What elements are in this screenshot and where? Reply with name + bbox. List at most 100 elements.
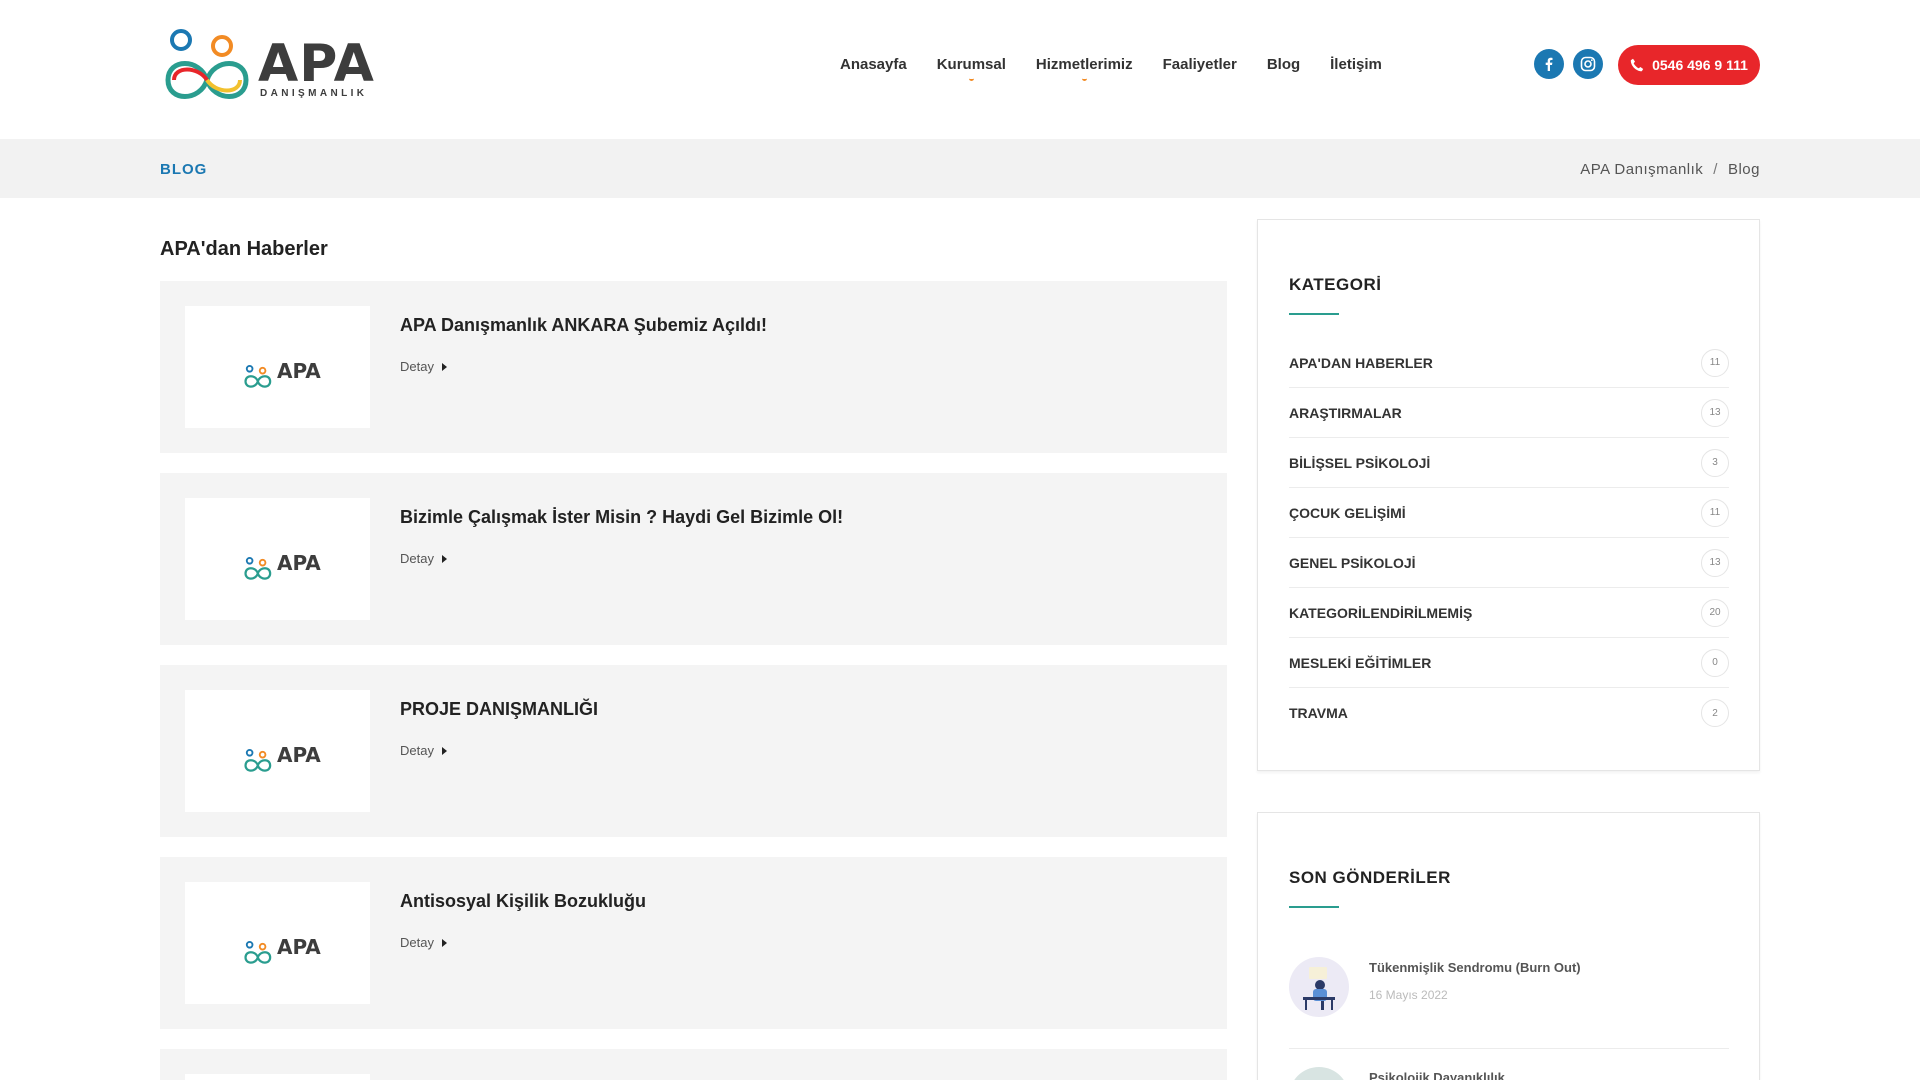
category-item[interactable]: KATEGORİLENDİRİLMEMİŞ 20 [1289,588,1729,638]
site-logo[interactable]: APA DANIŞMANLIK [160,28,374,104]
phone-button[interactable]: 0546 496 9 111 [1618,45,1760,85]
infinity-logo-icon [165,29,249,99]
post-detail-link[interactable]: Detay [400,359,447,374]
category-name: APA'DAN HABERLER [1289,354,1433,371]
post-detail-label: Detay [400,551,434,566]
widget-title-underline [1289,313,1339,315]
breadcrumb-home[interactable]: APA Danışmanlık [1580,161,1703,178]
instagram-button[interactable] [1573,49,1603,79]
category-name: KATEGORİLENDİRİLMEMİŞ [1289,604,1473,621]
nav-item-hizmetlerimiz[interactable]: Hizmetlerimiz [1036,56,1133,81]
caret-right-icon [441,746,447,755]
facebook-button[interactable] [1534,49,1564,79]
recent-post-title: Tükenmişlik Sendromu (Burn Out) [1369,960,1581,975]
nav-item-blog[interactable]: Blog [1267,56,1300,73]
category-name: ARAŞTIRMALAR [1289,404,1402,421]
site-header: APA DANIŞMANLIK Anasayfa Kurumsal Hizmet… [0,0,1920,139]
recent-post-title: Psikolojik Dayanıklılık [1369,1070,1505,1080]
post-detail-label: Detay [400,935,434,950]
blog-post-card: APA PROJE DANIŞMANLIĞI Detay [160,665,1227,837]
blog-post-card [160,1049,1227,1080]
recent-post-thumbnail [1289,957,1349,1017]
category-item[interactable]: TRAVMA 2 [1289,688,1729,738]
blog-post-card: APA Antisosyal Kişilik Bozukluğu Detay [160,857,1227,1029]
recent-posts-title: SON GÖNDERİLER [1289,868,1451,887]
thumbnail-logo-text: APA [277,935,321,959]
category-count: 13 [1701,548,1729,577]
post-detail-link[interactable]: Detay [400,935,447,950]
post-thumbnail[interactable] [185,1074,370,1080]
recent-divider [1289,1048,1729,1049]
post-title[interactable]: APA Danışmanlık ANKARA Şubemiz Açıldı! [400,315,767,336]
main-nav: Anasayfa Kurumsal Hizmetlerimiz Faaliyet… [840,56,1382,81]
category-count: 0 [1701,648,1729,677]
category-name: GENEL PSİKOLOJİ [1289,554,1416,571]
thumbnail-logo: APA [243,553,321,587]
post-thumbnail[interactable]: APA [185,498,370,620]
post-title[interactable]: PROJE DANIŞMANLIĞI [400,699,598,720]
caret-right-icon [441,938,447,947]
post-thumbnail[interactable]: APA [185,882,370,1004]
thumbnail-logo: APA [243,361,321,395]
recent-post-thumbnail [1289,1067,1349,1080]
post-thumbnail[interactable]: APA [185,306,370,428]
thumbnail-logo-text: APA [277,743,321,767]
widget-title-underline [1289,906,1339,908]
post-detail-label: Detay [400,359,434,374]
section-title: APA'dan Haberler [160,238,328,260]
breadcrumb-current: Blog [1727,161,1760,178]
logo-subtitle: DANIŞMANLIK [260,88,368,99]
recent-post-item[interactable]: Psikolojik Dayanıklılık [1289,1067,1729,1080]
breadcrumb-separator: / [1713,161,1718,178]
infinity-logo-icon [244,749,272,772]
recent-posts-widget: SON GÖNDERİLER Tükenmişlik Sendromu (Bur… [1257,812,1760,1080]
nav-item-anasayfa[interactable]: Anasayfa [840,56,907,73]
thumbnail-logo: APA [243,937,321,971]
page-title: BLOG [160,161,208,178]
category-count: 20 [1701,598,1729,627]
category-name: ÇOCUK GELİŞİMİ [1289,504,1406,521]
post-title[interactable]: Antisosyal Kişilik Bozukluğu [400,891,646,912]
infinity-logo-icon [244,557,272,580]
category-count: 13 [1701,398,1729,427]
thumbnail-logo-text: APA [277,551,321,575]
category-item[interactable]: MESLEKİ EĞİTİMLER 0 [1289,638,1729,688]
facebook-icon [1545,57,1553,71]
thumbnail-logo: APA [243,745,321,779]
category-count: 2 [1701,699,1729,727]
post-title[interactable]: Bizimle Çalışmak İster Misin ? Haydi Gel… [400,507,843,528]
category-item[interactable]: APA'DAN HABERLER 11 [1289,338,1729,388]
category-name: MESLEKİ EĞİTİMLER [1289,654,1432,671]
logo-text: APA [258,34,375,94]
category-name: TRAVMA [1289,705,1348,721]
caret-right-icon [441,554,447,563]
breadcrumb-bar: BLOG APA Danışmanlık / Blog [0,139,1920,198]
category-name: BİLİŞSEL PSİKOLOJİ [1289,454,1431,471]
breadcrumb: APA Danışmanlık / Blog [1580,161,1760,178]
post-thumbnail[interactable]: APA [185,690,370,812]
category-item[interactable]: ARAŞTIRMALAR 13 [1289,388,1729,438]
recent-post-date: 16 Mayıs 2022 [1369,988,1448,1002]
nav-item-kurumsal[interactable]: Kurumsal [937,56,1006,81]
nav-item-iletisim[interactable]: İletişim [1330,56,1382,73]
blog-post-card: APA Bizimle Çalışmak İster Misin ? Haydi… [160,473,1227,645]
nav-item-faaliyetler[interactable]: Faaliyetler [1163,56,1237,73]
recent-post-item[interactable]: Tükenmişlik Sendromu (Burn Out) 16 Mayıs… [1289,957,1729,1017]
category-count: 11 [1701,348,1729,377]
category-item[interactable]: BİLİŞSEL PSİKOLOJİ 3 [1289,438,1729,488]
category-list: APA'DAN HABERLER 11 ARAŞTIRMALAR 13 BİLİŞS… [1289,338,1729,738]
category-count: 11 [1701,498,1729,527]
phone-number: 0546 496 9 111 [1652,57,1748,73]
category-widget: KATEGORİ APA'DAN HABERLER 11 ARAŞTIRMALAR… [1257,219,1760,771]
instagram-icon [1580,56,1596,72]
category-count: 3 [1701,448,1729,477]
infinity-logo-icon [244,365,272,388]
infinity-logo-icon [244,941,272,964]
post-detail-label: Detay [400,743,434,758]
post-detail-link[interactable]: Detay [400,743,447,758]
category-item[interactable]: GENEL PSİKOLOJİ 13 [1289,538,1729,588]
thumbnail-logo-text: APA [277,359,321,383]
blog-post-card: APA APA Danışmanlık ANKARA Şubemiz Açıld… [160,281,1227,453]
category-item[interactable]: ÇOCUK GELİŞİMİ 11 [1289,488,1729,538]
post-detail-link[interactable]: Detay [400,551,447,566]
